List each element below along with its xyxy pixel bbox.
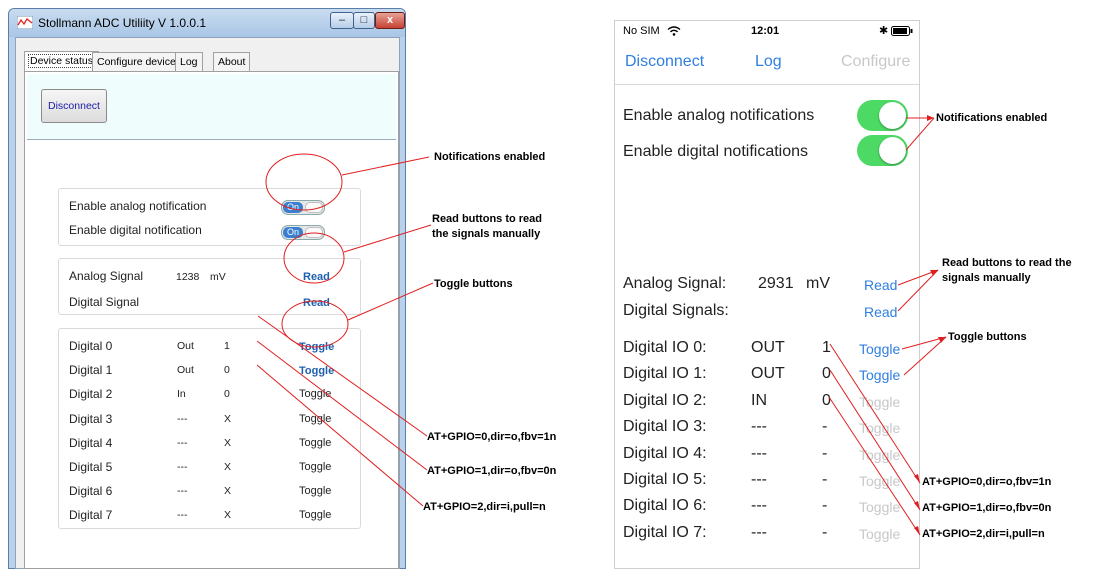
read-pointer-line [343, 224, 432, 253]
left-gpio0-annotation: AT+GPIO=0,dir=o,fbv=1n [427, 431, 557, 443]
notifications-pointer-line [341, 156, 430, 176]
gpio2-pointer-line [256, 364, 424, 507]
read-buttons-highlight-ellipse [283, 232, 345, 284]
left-toggle-annotation: Toggle buttons [434, 278, 513, 290]
left-notifications-annotation: Notifications enabled [434, 151, 546, 163]
right-gpio2-annotation: AT+GPIO=2,dir=i,pull=n [922, 528, 1045, 540]
phone-gpio1-pointer-line [829, 369, 921, 511]
phone-gpio2-pointer-line [828, 396, 921, 536]
toggle-pointer-line [347, 282, 434, 321]
phone-gpio0-pointer-line [829, 343, 921, 484]
arrowhead [927, 115, 934, 121]
gpio0-pointer-line [257, 315, 428, 437]
phone-read-pointer-line-2 [897, 269, 939, 312]
right-gpio0-annotation: AT+GPIO=0,dir=o,fbv=1n [922, 476, 1052, 488]
arrowhead [938, 337, 946, 343]
left-gpio1-annotation: AT+GPIO=1,dir=o,fbv=0n [427, 465, 557, 477]
left-gpio2-annotation: AT+GPIO=2,dir=i,pull=n [423, 501, 546, 513]
left-read-annotation-line1: Read buttons to read [432, 213, 543, 225]
left-read-annotation-line2: the signals manually [432, 228, 541, 240]
phone-notifications-pointer-line-2 [905, 117, 935, 151]
right-read-annotation-line2: signals manually [942, 272, 1031, 284]
right-toggle-annotation: Toggle buttons [948, 331, 1027, 343]
right-gpio1-annotation: AT+GPIO=1,dir=o,fbv=0n [922, 502, 1052, 514]
notifications-highlight-ellipse [265, 153, 343, 211]
right-notifications-annotation: Notifications enabled [936, 112, 1048, 124]
gpio1-pointer-line [256, 340, 428, 471]
right-read-annotation-line1: Read buttons to read the [942, 257, 1072, 269]
